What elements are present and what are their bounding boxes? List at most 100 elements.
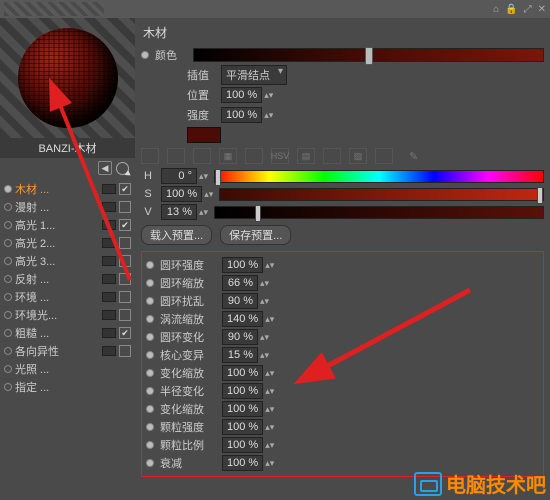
channel-radio[interactable]: [4, 311, 12, 319]
param-value[interactable]: 100 %: [222, 257, 263, 273]
channel-checkbox[interactable]: [119, 219, 131, 231]
mode-icon[interactable]: ▤: [297, 148, 315, 164]
param-spinner[interactable]: ▴▾: [260, 333, 269, 342]
param-radio[interactable]: [146, 459, 154, 467]
sat-spinner[interactable]: ▴▾: [204, 190, 213, 199]
param-value[interactable]: 100 %: [222, 437, 263, 453]
channel-swatch[interactable]: [102, 310, 116, 320]
prev-button[interactable]: ◀: [98, 161, 112, 175]
channel-swatch[interactable]: [102, 274, 116, 284]
close-icon[interactable]: ✕: [538, 4, 546, 15]
param-spinner[interactable]: ▴▾: [260, 351, 269, 360]
channel-checkbox[interactable]: [119, 345, 131, 357]
param-spinner[interactable]: ▴▾: [265, 441, 274, 450]
param-field[interactable]: 140 %▴▾: [222, 311, 274, 327]
picker-cursor-icon[interactable]: [116, 162, 129, 175]
expand-icon[interactable]: ⤢: [524, 4, 532, 15]
param-value[interactable]: 100 %: [222, 383, 263, 399]
val-slider[interactable]: [214, 206, 544, 219]
sat-value[interactable]: 100 %: [161, 186, 202, 202]
param-spinner[interactable]: ▴▾: [265, 405, 274, 414]
channel-row[interactable]: 环境 ...: [0, 288, 135, 306]
save-preset-button[interactable]: 保存预置...: [220, 225, 291, 245]
hue-slider[interactable]: [214, 170, 544, 183]
param-field[interactable]: 100 %▴▾: [222, 437, 274, 453]
param-radio[interactable]: [146, 441, 154, 449]
val-knob[interactable]: [255, 205, 261, 222]
channel-checkbox[interactable]: [119, 183, 131, 195]
val-value[interactable]: 13 %: [161, 204, 197, 220]
channel-row[interactable]: 光照 ...: [0, 360, 135, 378]
param-radio[interactable]: [146, 279, 154, 287]
channel-checkbox[interactable]: [119, 273, 131, 285]
lock-icon[interactable]: 🔒: [505, 4, 517, 15]
channel-row[interactable]: 各向异性: [0, 342, 135, 360]
channel-swatch[interactable]: [102, 184, 116, 194]
channel-radio[interactable]: [4, 203, 12, 211]
param-value[interactable]: 100 %: [222, 419, 263, 435]
param-radio[interactable]: [146, 261, 154, 269]
param-field[interactable]: 100 %▴▾: [222, 455, 274, 471]
channel-swatch[interactable]: [102, 292, 116, 302]
channel-checkbox[interactable]: [119, 309, 131, 321]
param-spinner[interactable]: ▴▾: [265, 315, 274, 324]
intensity-spinner[interactable]: ▴▾: [264, 111, 273, 120]
param-field[interactable]: 100 %▴▾: [222, 401, 274, 417]
channel-row[interactable]: 粗糙 ...: [0, 324, 135, 342]
sat-slider[interactable]: [219, 188, 544, 201]
param-field[interactable]: 100 %▴▾: [222, 365, 274, 381]
channel-radio[interactable]: [4, 239, 12, 247]
channel-swatch[interactable]: [102, 328, 116, 338]
mode-icon[interactable]: [167, 148, 185, 164]
param-field[interactable]: 90 %▴▾: [222, 329, 269, 345]
param-value[interactable]: 140 %: [222, 311, 263, 327]
mode-icon[interactable]: [141, 148, 159, 164]
home-icon[interactable]: ⌂: [493, 4, 499, 15]
param-radio[interactable]: [146, 387, 154, 395]
position-value[interactable]: 100 %: [221, 87, 262, 103]
param-field[interactable]: 90 %▴▾: [222, 293, 269, 309]
channel-row[interactable]: 高光 3...: [0, 252, 135, 270]
param-value[interactable]: 100 %: [222, 455, 263, 471]
load-preset-button[interactable]: 载入预置...: [141, 225, 212, 245]
param-value[interactable]: 90 %: [222, 329, 258, 345]
intensity-field[interactable]: 100 %▴▾: [221, 107, 273, 123]
channel-radio[interactable]: [4, 275, 12, 283]
param-field[interactable]: 66 %▴▾: [222, 275, 269, 291]
param-radio[interactable]: [146, 405, 154, 413]
position-field[interactable]: 100 %▴▾: [221, 87, 273, 103]
channel-swatch[interactable]: [102, 256, 116, 266]
param-spinner[interactable]: ▴▾: [265, 387, 274, 396]
intensity-value[interactable]: 100 %: [221, 107, 262, 123]
param-field[interactable]: 100 %▴▾: [222, 257, 274, 273]
hue-value[interactable]: 0 °: [161, 168, 197, 184]
channel-row[interactable]: 环境光...: [0, 306, 135, 324]
mode-icon[interactable]: [245, 148, 263, 164]
channel-radio[interactable]: [4, 257, 12, 265]
param-spinner[interactable]: ▴▾: [265, 369, 274, 378]
mode-icon[interactable]: ▨: [349, 148, 367, 164]
param-value[interactable]: 66 %: [222, 275, 258, 291]
channel-swatch[interactable]: [102, 238, 116, 248]
eyedropper-icon[interactable]: ✎: [409, 150, 418, 163]
channel-swatch[interactable]: [102, 346, 116, 356]
param-radio[interactable]: [146, 351, 154, 359]
mode-icon[interactable]: HSV: [271, 148, 289, 164]
position-spinner[interactable]: ▴▾: [264, 91, 273, 100]
channel-checkbox[interactable]: [119, 255, 131, 267]
channel-radio[interactable]: [4, 329, 12, 337]
color-knob[interactable]: [365, 47, 373, 65]
param-value[interactable]: 90 %: [222, 293, 258, 309]
param-field[interactable]: 100 %▴▾: [222, 419, 274, 435]
hue-knob[interactable]: [215, 169, 221, 186]
channel-swatch[interactable]: [102, 202, 116, 212]
material-preview[interactable]: [0, 18, 135, 138]
param-spinner[interactable]: ▴▾: [265, 423, 274, 432]
param-value[interactable]: 100 %: [222, 365, 263, 381]
mode-icon[interactable]: [193, 148, 211, 164]
interp-dropdown[interactable]: 平滑结点: [221, 65, 287, 85]
hue-spinner[interactable]: ▴▾: [199, 172, 208, 181]
channel-radio[interactable]: [4, 221, 12, 229]
channel-radio[interactable]: [4, 383, 12, 391]
mode-icon[interactable]: ▦: [219, 148, 237, 164]
